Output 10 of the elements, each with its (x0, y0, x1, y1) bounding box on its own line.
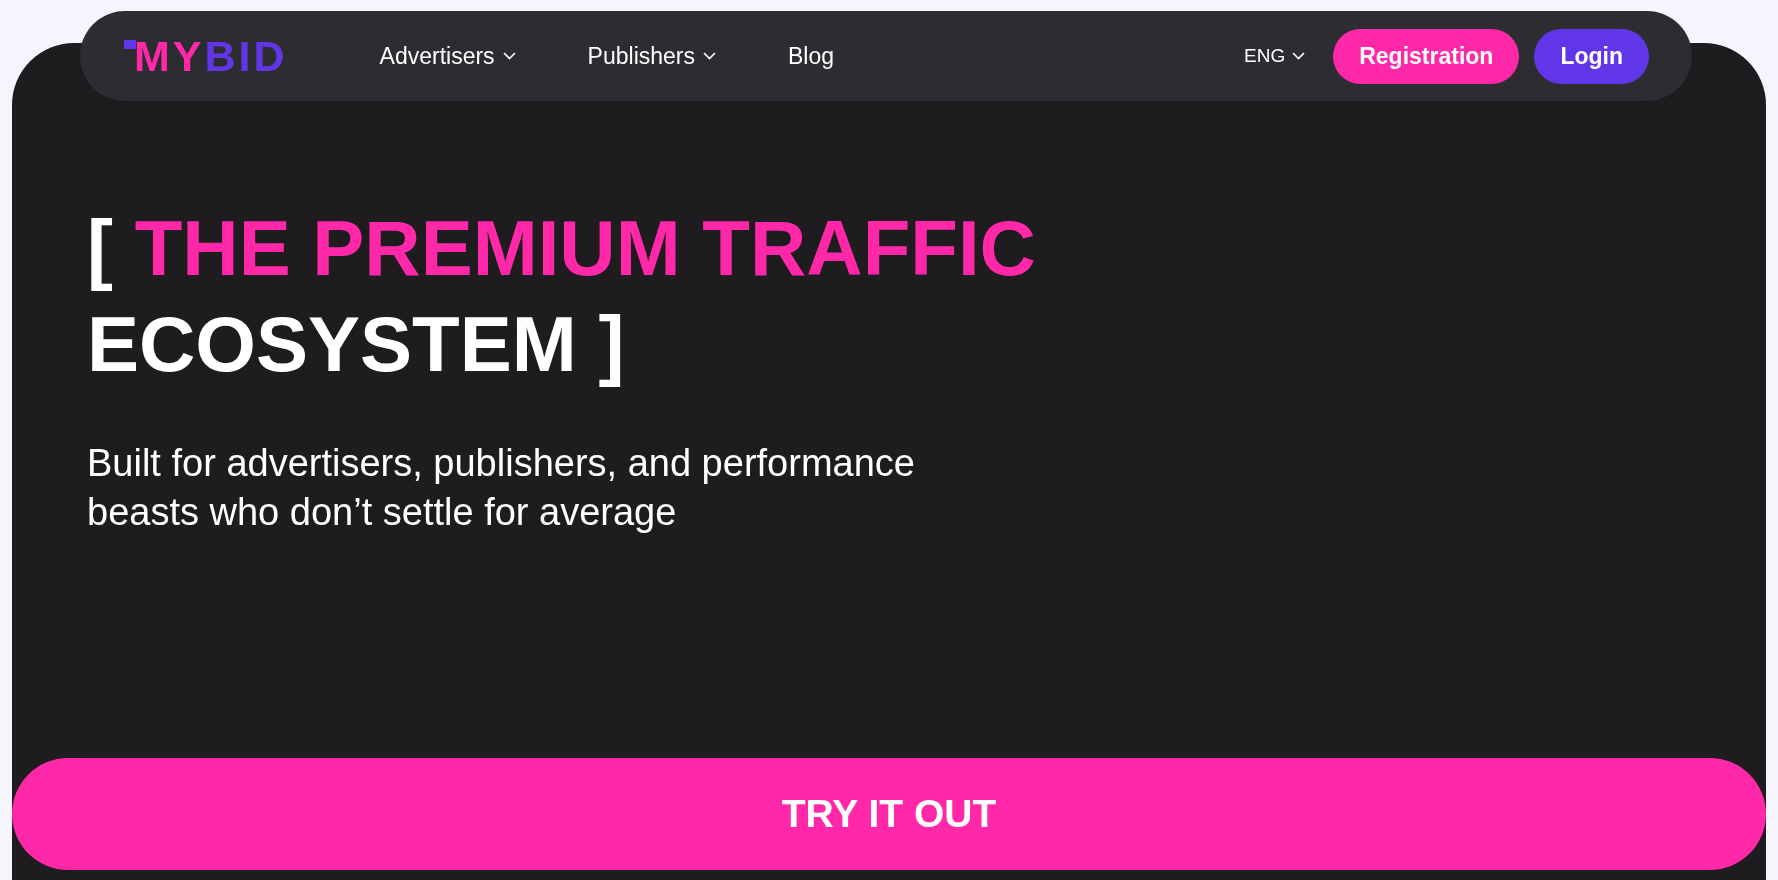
login-button[interactable]: Login (1534, 28, 1649, 84)
language-selector[interactable]: ENG (1244, 45, 1306, 67)
nav-link[interactable]: Publishers (587, 42, 716, 70)
nav-link[interactable]: Blog (788, 42, 835, 70)
hero-subheading: Built for advertisers, publishers, and performance beasts who don’t settle for average (87, 441, 916, 535)
chevron-down-icon (1292, 52, 1306, 60)
logo-mark-icon (124, 40, 136, 49)
logo-text[interactable]: MYBID (134, 38, 288, 74)
hero-heading: [ THE PREMIUM TRAFFIC ECOSYSTEM ] (87, 203, 1037, 390)
nav-link[interactable]: Advertisers (379, 42, 516, 70)
